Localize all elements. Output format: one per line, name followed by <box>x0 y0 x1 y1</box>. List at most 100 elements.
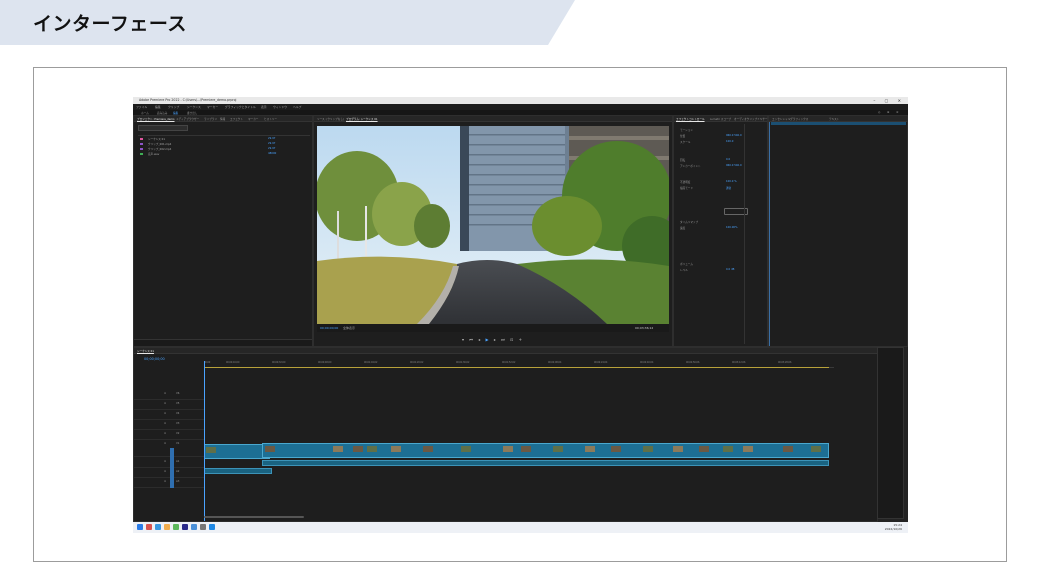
track-lock-icon[interactable]: ⊟ <box>164 402 166 405</box>
menu-item-graphics[interactable]: グラフィックとタイトル <box>225 105 256 109</box>
panel-divider[interactable] <box>769 122 770 346</box>
effect-row-blend-mode[interactable]: 描画モード 通常 <box>680 186 772 190</box>
list-item[interactable]: クリップ_001.mp4 29.97 <box>140 142 305 146</box>
track-header-v2[interactable]: ⊟ V2 <box>134 430 204 440</box>
audio-clip[interactable] <box>262 460 829 466</box>
tab-project[interactable]: プロジェクト: Premiere_demo <box>137 117 175 121</box>
tab-lumetri-scopes[interactable]: Lumetri スコープ <box>710 117 731 121</box>
effect-row-rotation[interactable]: 回転 0.0 <box>680 158 772 162</box>
effect-row-opacity[interactable]: 不透明度 100.0 % <box>680 180 772 184</box>
menu-item-help[interactable]: ヘルプ <box>293 105 301 109</box>
track-header-v5[interactable]: ⊟ V5 <box>134 400 204 410</box>
list-item[interactable]: クリップ_002.mp4 29.97 <box>140 147 305 151</box>
app-icon[interactable] <box>146 524 152 530</box>
essential-graphics-highlight[interactable] <box>771 122 906 125</box>
step-forward-icon[interactable]: ⏭ <box>501 337 507 342</box>
export-frame-icon[interactable]: ⊡ <box>510 337 515 342</box>
list-item[interactable]: シーケンス 01 29.97 <box>140 137 305 141</box>
effect-value[interactable]: 通常 <box>726 186 731 190</box>
effect-row-time-remap[interactable]: タイムリマップ <box>680 220 772 224</box>
timeline-playhead[interactable] <box>204 361 205 521</box>
timeline-timecode[interactable]: 00;00;00;00 <box>144 357 165 361</box>
track-header-a3[interactable]: ⊟ A3 <box>134 478 204 488</box>
effect-row-position[interactable]: 位置 960.0 540.0 <box>680 134 772 138</box>
track-header-v4[interactable]: ⊟ V4 <box>134 410 204 420</box>
menu-item-sequence[interactable]: シーケンス <box>187 105 201 109</box>
playhead-timecode[interactable]: 00;00;00;00 <box>320 326 338 330</box>
tab-libraries[interactable]: ライブラリ <box>204 117 217 121</box>
window-controls[interactable]: – ▢ ✕ <box>873 98 905 103</box>
track-header-a1[interactable]: ⊟ A1 <box>134 458 204 468</box>
track-lock-icon[interactable]: ⊟ <box>164 480 166 483</box>
effect-row-anchor[interactable]: アンカーポイント 960.0 540.0 <box>680 164 772 168</box>
track-lock-icon[interactable]: ⊟ <box>164 392 166 395</box>
track-header-a2[interactable]: ⊟ A2 <box>134 468 204 478</box>
frame-back-icon[interactable]: ◂ <box>478 337 482 342</box>
tab-history[interactable]: ヒストリー <box>264 117 277 121</box>
audio-clip[interactable] <box>204 468 272 474</box>
folder-icon[interactable] <box>164 524 170 530</box>
project-search-input[interactable] <box>138 125 188 131</box>
tab-media-browser[interactable]: メディアブラウザー <box>176 117 199 121</box>
mark-in-icon[interactable]: ▾ <box>462 337 466 342</box>
tab-effects[interactable]: エフェクト <box>230 117 243 121</box>
menu-item-marker[interactable]: マーカー <box>207 105 218 109</box>
track-header-v3[interactable]: ⊟ V3 <box>134 420 204 430</box>
menu-item-edit[interactable]: 編集 <box>155 105 161 109</box>
effect-value[interactable]: 960.0 540.0 <box>726 134 742 137</box>
tab-essential-graphics[interactable]: エッセンシャルグラフィックス <box>772 117 808 121</box>
effect-value[interactable]: 100.0 <box>726 140 733 143</box>
tab-sequence[interactable]: シーケンス 01 <box>137 349 154 353</box>
tab-effect-controls[interactable]: エフェクトコントロール <box>676 117 705 121</box>
track-target-strip[interactable] <box>170 448 174 488</box>
app-icon[interactable] <box>191 524 197 530</box>
tab-audio-mixer[interactable]: オーディオクリップミキサー <box>734 117 768 121</box>
video-clip[interactable] <box>204 444 270 459</box>
track-lock-icon[interactable]: ⊟ <box>164 432 166 435</box>
effect-row-volume[interactable]: ボリューム <box>680 262 772 266</box>
effect-value[interactable]: 100.0 % <box>726 180 737 183</box>
menu-item-window[interactable]: ウィンドウ <box>273 105 287 109</box>
tab-markers[interactable]: マーカー <box>248 117 258 121</box>
frame-forward-icon[interactable]: ▸ <box>494 337 498 342</box>
step-back-icon[interactable]: ⏮ <box>469 337 475 342</box>
track-lock-icon[interactable]: ⊟ <box>164 460 166 463</box>
effect-row-motion[interactable]: モーション <box>680 128 772 132</box>
tab-text[interactable]: テキスト <box>829 117 839 121</box>
effect-row-level[interactable]: レベル 0.0 dB <box>680 268 772 272</box>
start-icon[interactable] <box>137 524 143 530</box>
effect-value[interactable]: 0.0 dB <box>726 268 734 271</box>
track-lock-icon[interactable]: ⊟ <box>164 422 166 425</box>
app-icon[interactable] <box>173 524 179 530</box>
effect-row-speed[interactable]: 速度 100.00% <box>680 226 772 230</box>
app-icon[interactable] <box>200 524 206 530</box>
track-lock-icon[interactable]: ⊟ <box>164 412 166 415</box>
app-icon[interactable] <box>209 524 215 530</box>
video-clip[interactable] <box>262 443 829 458</box>
program-monitor-video[interactable] <box>317 126 669 324</box>
effect-value[interactable]: 960.0 540.0 <box>726 164 742 167</box>
settings-icon[interactable]: + <box>519 337 524 342</box>
taskbar-clock[interactable]: 15:24 2022/10/26 <box>885 523 902 531</box>
track-lock-icon[interactable]: ⊟ <box>164 442 166 445</box>
premiere-icon[interactable] <box>182 524 188 530</box>
list-item[interactable]: 音声.wav 48000 <box>140 152 305 156</box>
effect-value[interactable]: 0.0 <box>726 158 730 161</box>
menu-item-file[interactable]: ファイル <box>136 105 147 109</box>
edge-icon[interactable] <box>155 524 161 530</box>
effect-value[interactable]: 100.00% <box>726 226 738 229</box>
track-lock-icon[interactable]: ⊟ <box>164 470 166 473</box>
track-header-v6[interactable]: ⊟ V6 <box>134 390 204 400</box>
effect-row-scale[interactable]: スケール 100.0 <box>680 140 772 144</box>
play-icon[interactable]: ▶ <box>485 337 490 342</box>
work-area-bar[interactable] <box>204 367 829 368</box>
fit-dropdown[interactable]: 全体表示 <box>343 326 355 330</box>
tab-source[interactable]: ソース: (クリップなし) <box>317 117 344 121</box>
menu-item-view[interactable]: 表示 <box>261 105 267 109</box>
header-icons[interactable]: ◎ ⊞ ⚙ <box>878 111 901 114</box>
timeline-scrollbar[interactable] <box>204 516 304 518</box>
tab-info[interactable]: 情報 <box>220 117 225 121</box>
tab-program[interactable]: プログラム: シーケンス 01 <box>346 117 378 121</box>
track-header-v1[interactable]: ⊟ V1 <box>134 440 204 457</box>
menu-item-clip[interactable]: クリップ <box>168 105 179 109</box>
